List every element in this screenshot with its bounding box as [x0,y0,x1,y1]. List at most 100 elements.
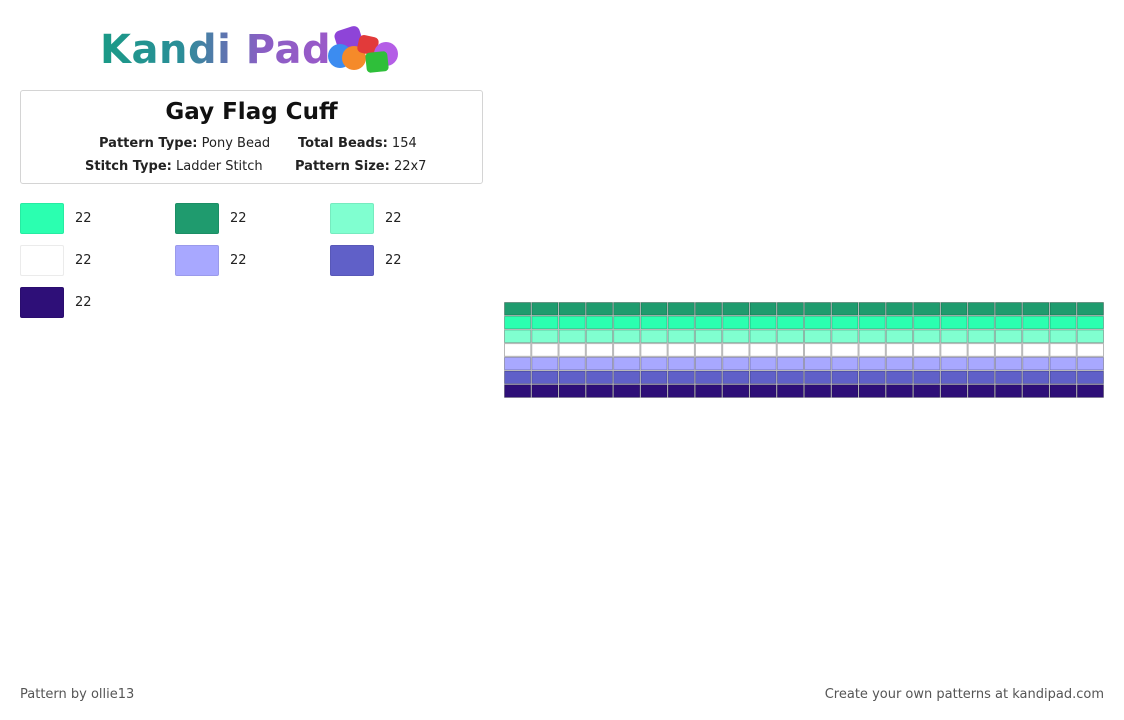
bead [804,370,832,385]
color-legend-item: 22 [330,245,402,276]
pattern-size-label: Pattern Size: [295,159,390,174]
bead [831,384,859,398]
bead [667,329,695,344]
bead [1076,329,1104,344]
bead [531,343,559,357]
bead [776,356,805,371]
bead [1022,343,1050,357]
bead [831,329,859,344]
bead [722,356,750,371]
bead [585,384,614,398]
kandipad-link[interactable]: Create your own patterns at kandipad.com [825,687,1104,702]
bead [749,370,777,385]
bead [613,343,641,357]
color-swatch [20,245,64,276]
bead [1022,315,1050,330]
stitch-type: Stitch Type: Ladder Stitch [85,159,263,174]
bead [722,343,750,357]
bead [1049,343,1077,357]
bead [667,356,695,371]
bead [585,356,614,371]
bead [722,329,750,344]
bead [694,343,723,357]
stitch-type-label: Stitch Type: [85,159,172,174]
bead [913,356,941,371]
bead [913,370,941,385]
bead [967,370,995,385]
bead [722,315,750,330]
bead [804,343,832,357]
bead [1049,370,1077,385]
color-count: 22 [385,211,402,226]
bead [585,329,614,344]
beads-icon [328,26,398,73]
bead [1049,329,1077,344]
bead [1022,384,1050,398]
bead [558,329,586,344]
bead [885,370,914,385]
bead [640,356,668,371]
bead [1022,356,1050,371]
bead [913,315,941,330]
bead [776,343,805,357]
bead [640,315,668,330]
bead-pattern-grid [504,302,1104,398]
bead [1076,356,1104,371]
bead [913,384,941,398]
bead [613,384,641,398]
bead [613,315,641,330]
bead [913,329,941,344]
bead [858,315,886,330]
bead [694,356,723,371]
bead [749,343,777,357]
bead [640,302,668,316]
bead [749,302,777,316]
bead [804,356,832,371]
bead [994,356,1023,371]
bead [749,384,777,398]
bead [940,370,968,385]
bead [1022,329,1050,344]
bead [940,343,968,357]
bead [1049,315,1077,330]
color-count: 22 [75,253,92,268]
bead [504,343,532,357]
bead [1076,315,1104,330]
bead [667,315,695,330]
bead [1076,302,1104,316]
color-legend-item: 22 [20,203,92,234]
stitch-type-value: Ladder Stitch [176,159,263,174]
pattern-type-label: Pattern Type: [99,136,198,151]
color-count: 22 [385,253,402,268]
bead [531,315,559,330]
bead [858,370,886,385]
kandipad-logo[interactable]: Kandi Pad [100,24,398,76]
bead [831,356,859,371]
bead [994,370,1023,385]
bead [940,302,968,316]
bead [667,343,695,357]
bead [558,302,586,316]
color-legend-item: 22 [20,245,92,276]
pattern-info-card: Gay Flag Cuff Pattern Type: Pony Bead To… [20,90,483,184]
bead [994,384,1023,398]
total-beads-label: Total Beads: [298,136,388,151]
total-beads-value: 154 [391,136,417,151]
bead [504,315,532,330]
bead [831,302,859,316]
bead [667,384,695,398]
bead [694,370,723,385]
bead [885,315,914,330]
bead [667,370,695,385]
bead [558,370,586,385]
bead [776,370,805,385]
bead [504,302,532,316]
bead [994,302,1023,316]
bead [831,343,859,357]
bead [1049,384,1077,398]
color-count: 22 [75,295,92,310]
bead [694,302,723,316]
bead [531,302,559,316]
bead [694,329,723,344]
bead [667,302,695,316]
